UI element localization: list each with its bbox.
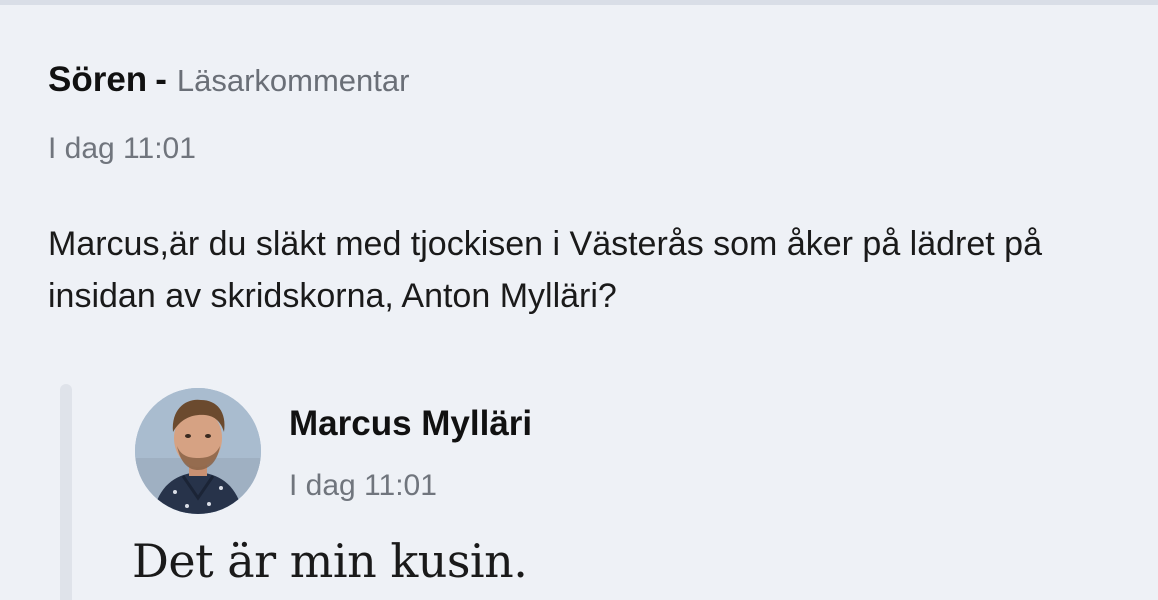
top-divider [0, 0, 1158, 5]
avatar[interactable] [135, 388, 261, 514]
author-separator: - [155, 60, 167, 99]
author-reply: Marcus Mylläri I dag 11:01 Det är min ku… [60, 384, 1150, 600]
comment-header: Sören - Läsarkommentar [48, 60, 1128, 110]
comment-body: Marcus,är du släkt med tjockisen i Väste… [48, 225, 1042, 315]
comment-author[interactable]: Sören [48, 60, 147, 100]
reply-body: Det är min kusin. [132, 534, 528, 588]
reply-timestamp: I dag 11:01 [289, 469, 437, 502]
reply-indent-bar [60, 384, 72, 600]
reader-comment: Sören - Läsarkommentar I dag 11:01 Marcu… [48, 60, 1128, 315]
person-avatar-icon [135, 388, 261, 514]
comment-timestamp: I dag 11:01 [48, 132, 196, 165]
reply-author[interactable]: Marcus Mylläri [289, 404, 532, 444]
comment-role-label: Läsarkommentar [176, 63, 410, 98]
